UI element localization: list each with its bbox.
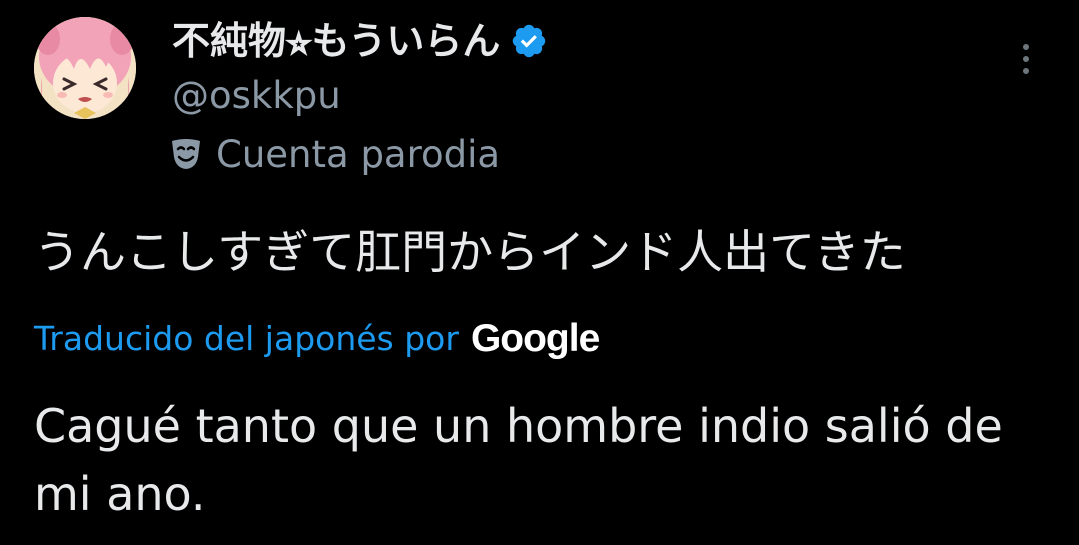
translation-attribution: Traducido del japonés por Google (34, 312, 600, 364)
avatar[interactable] (34, 17, 136, 119)
author-handle[interactable]: @oskkpu (172, 70, 341, 122)
author-display-name[interactable]: 不純物⭐︎もういらん (172, 22, 500, 60)
tweet-translated-text: Cagué tanto que un hombre indio salió de… (34, 399, 1003, 521)
more-dots-icon (1023, 56, 1029, 62)
tweet-original-text: うんこしすぎて肛門からインド人出てきた (34, 225, 906, 279)
more-dots-icon (1023, 44, 1029, 50)
theater-mask-icon (168, 137, 204, 171)
more-dots-icon (1023, 68, 1029, 74)
parody-account-row: Cuenta parodia (168, 128, 500, 180)
verified-badge-icon[interactable] (510, 22, 548, 60)
anime-avatar-icon (34, 17, 136, 119)
more-options-button[interactable] (1006, 34, 1046, 84)
author-name-row: 不純物⭐︎もういらん (172, 14, 548, 68)
translation-link[interactable]: Traducido del japonés por (34, 322, 459, 355)
parody-account-label: Cuenta parodia (216, 132, 501, 176)
tweet: 不純物⭐︎もういらん @oskkpu Cuenta parodia うんこしすぎ… (0, 0, 1079, 545)
google-logo: Google (470, 316, 600, 360)
